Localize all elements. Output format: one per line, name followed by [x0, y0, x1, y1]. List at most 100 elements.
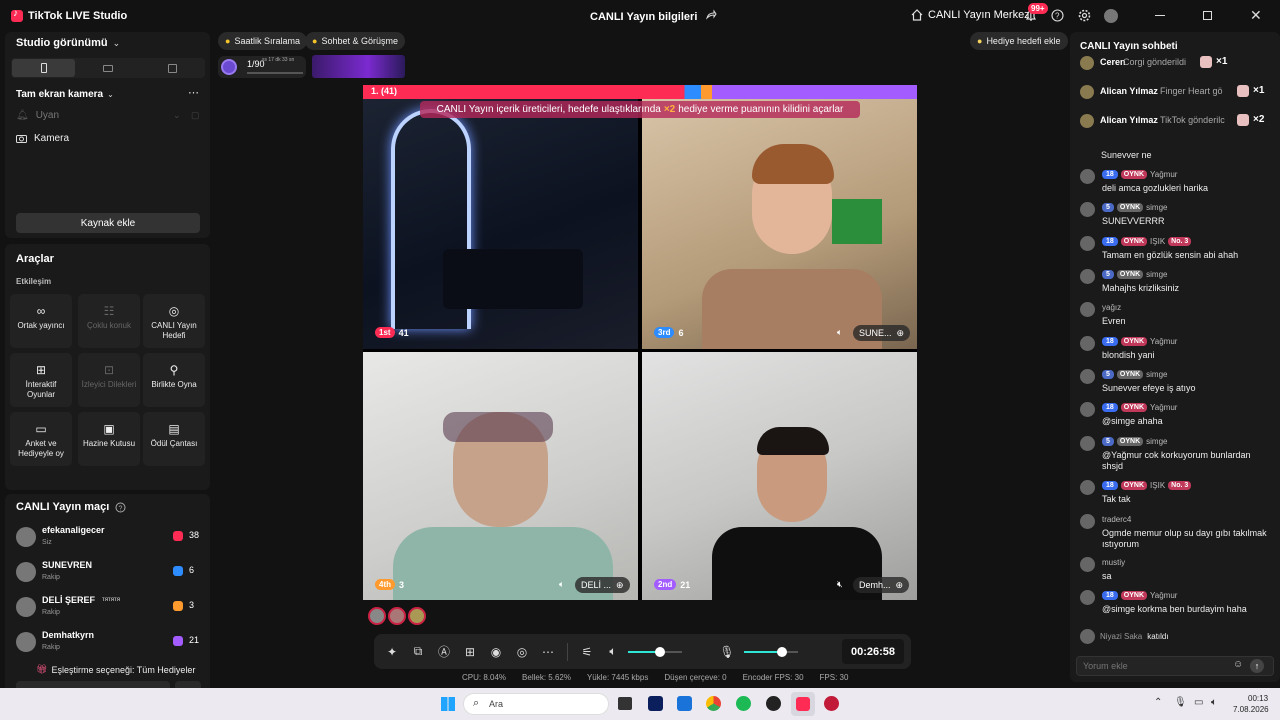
- clock-time[interactable]: 00:13: [1248, 694, 1268, 703]
- network-icon[interactable]: ▭: [1194, 697, 1203, 708]
- media-app-icon[interactable]: [824, 696, 839, 711]
- tool-card[interactable]: ▭ Anket ve Hediyeyle oy: [10, 412, 72, 466]
- match-player-row[interactable]: Demhatkyrn Rakip 21: [16, 629, 201, 657]
- profile-avatar[interactable]: [1104, 9, 1118, 23]
- tool-card[interactable]: ▤ Ödül Çantası: [143, 412, 205, 466]
- volume-icon[interactable]: 🔈︎: [559, 579, 564, 590]
- emoji-icon[interactable]: ☺: [1233, 659, 1243, 670]
- chat-username[interactable]: traderc4: [1102, 515, 1131, 524]
- obs-icon[interactable]: [766, 696, 781, 711]
- windows-start-icon[interactable]: [441, 697, 455, 711]
- magic-wand-icon[interactable]: ✦: [381, 641, 403, 663]
- outlook-icon[interactable]: [677, 696, 692, 711]
- source-item-camera[interactable]: Kamera: [16, 133, 69, 144]
- sliders-icon[interactable]: ⚟: [576, 641, 598, 663]
- file-explorer-icon[interactable]: [618, 697, 632, 710]
- chat-username[interactable]: simge: [1146, 203, 1167, 212]
- tiktok-live-studio-icon[interactable]: [791, 692, 815, 716]
- more-icon[interactable]: ⋯: [537, 641, 559, 663]
- video-tile-2[interactable]: [642, 99, 917, 349]
- gift-goal-button[interactable]: ● Hediye hedefi ekle: [970, 32, 1068, 50]
- volume-slider[interactable]: [628, 645, 682, 659]
- chat-username[interactable]: IŞIK: [1150, 237, 1165, 246]
- chat-username[interactable]: IŞIK: [1150, 481, 1165, 490]
- tool-card[interactable]: ▣ Hazine Kutusu: [78, 412, 140, 466]
- chat-avatar[interactable]: [1080, 269, 1095, 284]
- chat-avatar[interactable]: [1080, 302, 1095, 317]
- microphone-icon[interactable]: 🎙︎: [716, 641, 738, 663]
- mute-icon[interactable]: 🔇︎: [837, 579, 843, 590]
- match-player-row[interactable]: efekanaligecer Siz 38: [16, 524, 201, 552]
- ai-icon[interactable]: Ⓐ: [433, 641, 455, 663]
- chat-avatar[interactable]: [1080, 336, 1095, 351]
- studio-view-dropdown[interactable]: Studio görünümü ⌄: [16, 37, 120, 49]
- tool-card[interactable]: ◎ CANLI Yayın Hedefi: [143, 294, 205, 348]
- tool-card[interactable]: ⚲ Birlikte Oyna: [143, 353, 205, 407]
- taskbar-search[interactable]: ⌕ Ara: [463, 693, 609, 715]
- crop-icon[interactable]: ⧉: [407, 641, 429, 663]
- chat-avatar[interactable]: [1080, 514, 1095, 529]
- chrome-icon[interactable]: [706, 696, 721, 711]
- video-tile-3[interactable]: [363, 352, 638, 600]
- video-tile-1[interactable]: [363, 99, 638, 349]
- chat-username[interactable]: mustiy: [1102, 558, 1125, 567]
- chat-call-button[interactable]: ● Sohbet & Görüşme: [305, 32, 405, 50]
- tool-card[interactable]: ☷ Çoklu konuk: [78, 294, 140, 348]
- landscape-tab[interactable]: [76, 59, 139, 77]
- maximize-icon[interactable]: [1203, 11, 1212, 20]
- help-icon[interactable]: ?: [115, 502, 126, 513]
- rank-widget[interactable]: 1/90 ss 17 dk 33 sn: [218, 56, 306, 78]
- tool-card[interactable]: ∞ Ortak yayıncı: [10, 294, 72, 348]
- chat-avatar[interactable]: [1080, 436, 1095, 451]
- source-dropdown[interactable]: Tam ekran kamera ⌄: [16, 89, 114, 100]
- volume-tray-icon[interactable]: 🔈︎: [1211, 697, 1217, 708]
- chat-username[interactable]: Yağmur: [1150, 591, 1177, 600]
- tool-card[interactable]: ⊡ İzleyici Dilekleri: [78, 353, 140, 407]
- minimize-icon[interactable]: [1155, 15, 1165, 16]
- live-info-button[interactable]: CANLI Yayın bilgileri: [590, 9, 717, 24]
- comment-input[interactable]: [1083, 659, 1223, 673]
- chat-avatar[interactable]: [1080, 169, 1095, 184]
- chat-username[interactable]: yağız: [1102, 303, 1121, 312]
- chat-username[interactable]: simge: [1146, 370, 1167, 379]
- ps-app-icon[interactable]: [648, 696, 663, 711]
- visibility-icon[interactable]: ⌄: [173, 110, 181, 121]
- mic-slider[interactable]: [744, 645, 798, 659]
- volume-icon[interactable]: 🔈︎: [837, 327, 842, 338]
- chat-avatar[interactable]: [1080, 402, 1095, 417]
- guest-name-pill[interactable]: Demh... ⊕: [853, 577, 910, 593]
- chat-username[interactable]: simge: [1146, 437, 1167, 446]
- effects-icon[interactable]: ◎: [511, 641, 533, 663]
- viewer-avatars[interactable]: [368, 607, 426, 625]
- more-options-icon[interactable]: ⋯: [188, 86, 199, 99]
- chat-avatar[interactable]: [1080, 202, 1095, 217]
- hourly-ranking-button[interactable]: ● Saatlik Sıralama: [218, 32, 307, 50]
- portrait-tab[interactable]: [12, 59, 75, 77]
- video-tile-4[interactable]: [642, 352, 917, 600]
- microphone-tray-icon[interactable]: 🎙︎: [1174, 697, 1187, 708]
- close-icon[interactable]: ✕: [1250, 7, 1262, 24]
- speaker-icon[interactable]: 🔈︎: [602, 641, 624, 663]
- chat-username[interactable]: Yağmur: [1150, 337, 1177, 346]
- send-button[interactable]: ↑: [1250, 659, 1264, 673]
- chevron-up-icon[interactable]: ⌃: [1154, 697, 1162, 708]
- settings-gear-icon[interactable]: [1078, 9, 1091, 22]
- match-player-row[interactable]: DELİ ŞEREF тятятя Rakip 3: [16, 594, 201, 622]
- lock-icon[interactable]: ▢: [191, 110, 200, 121]
- chat-avatar[interactable]: [1080, 557, 1095, 572]
- clock-date[interactable]: 7.08.2026: [1233, 705, 1269, 714]
- help-icon[interactable]: ?: [1051, 9, 1064, 22]
- chat-avatar[interactable]: [1080, 480, 1095, 495]
- dual-tab[interactable]: [140, 59, 204, 77]
- tool-card[interactable]: ⊞ İnteraktif Oyunlar: [10, 353, 72, 407]
- spotify-icon[interactable]: [736, 696, 751, 711]
- source-item-mute[interactable]: 🔔︎ Uyan: [16, 110, 59, 121]
- guest-name-pill[interactable]: DELİ ... ⊕: [575, 577, 630, 593]
- promo-banner-thumbnail[interactable]: [312, 55, 405, 78]
- chat-avatar[interactable]: [1080, 236, 1095, 251]
- chat-avatar[interactable]: [1080, 369, 1095, 384]
- chat-username[interactable]: Yağmur: [1150, 403, 1177, 412]
- chat-avatar[interactable]: [1080, 590, 1095, 605]
- add-source-button[interactable]: Kaynak ekle: [16, 213, 200, 233]
- pairing-option[interactable]: 🎁︎ Eşleştirme seçeneği: Tüm Hediyeler: [36, 664, 195, 675]
